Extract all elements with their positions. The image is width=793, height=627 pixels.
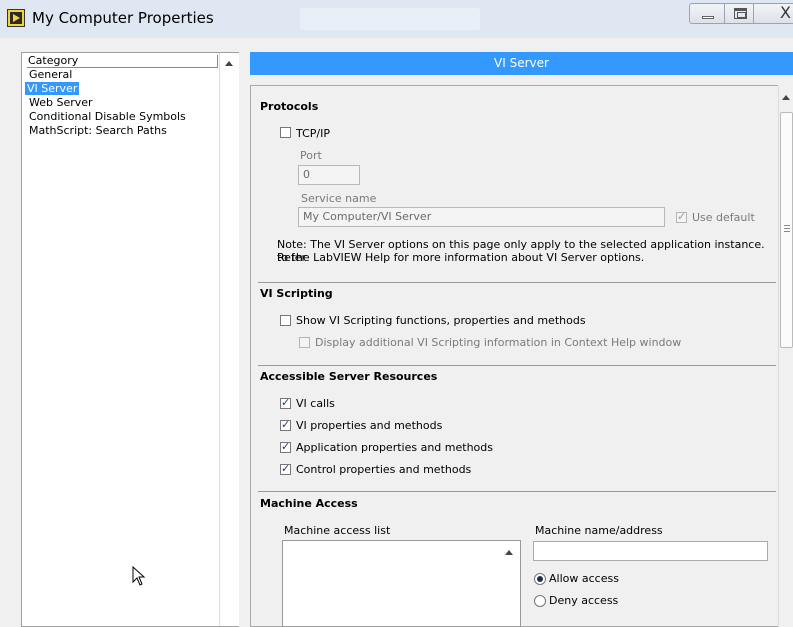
machine-access-list[interactable]	[282, 540, 521, 627]
deny-access-radio[interactable]	[534, 595, 546, 607]
tcpip-label[interactable]: TCP/IP	[296, 127, 330, 140]
display-context-help-checkbox[interactable]	[299, 337, 310, 348]
use-default-label[interactable]: Use default	[692, 211, 755, 224]
maximize-icon	[734, 8, 747, 19]
close-button[interactable]: X	[753, 3, 793, 24]
mouse-pointer-icon	[132, 565, 146, 589]
control-properties-label[interactable]: Control properties and methods	[296, 463, 471, 476]
window-title: My Computer Properties	[32, 9, 214, 27]
tcpip-checkbox[interactable]	[280, 127, 291, 138]
port-label: Port	[300, 149, 322, 162]
minimize-button[interactable]	[689, 3, 725, 24]
category-item-mathscript-search-paths[interactable]: MathScript: Search Paths	[27, 124, 169, 137]
vi-calls-label[interactable]: VI calls	[296, 397, 335, 410]
machine-access-list-label: Machine access list	[284, 524, 391, 537]
accessible-resources-title: Accessible Server Resources	[260, 370, 438, 383]
divider	[258, 491, 776, 492]
protocols-title: Protocols	[260, 100, 319, 113]
machine-name-label: Machine name/address	[535, 524, 663, 537]
category-item-general[interactable]: General	[27, 68, 74, 81]
service-name-field[interactable]: My Computer/VI Server	[298, 207, 665, 227]
divider	[258, 282, 776, 283]
category-scrollbar[interactable]	[219, 53, 239, 626]
maximize-button[interactable]	[724, 3, 754, 24]
vi-properties-checkbox[interactable]	[280, 418, 291, 431]
category-list[interactable]	[21, 52, 239, 627]
scrollbar-thumb[interactable]	[780, 112, 793, 348]
labview-app-icon	[7, 9, 25, 27]
allow-access-radio[interactable]	[534, 573, 546, 585]
application-properties-label[interactable]: Application properties and methods	[296, 441, 493, 454]
show-vi-scripting-checkbox[interactable]	[280, 315, 291, 326]
vi-scripting-title: VI Scripting	[260, 287, 333, 300]
deny-access-label[interactable]: Deny access	[549, 594, 618, 607]
scroll-up-arrow-icon[interactable]	[782, 95, 790, 100]
scroll-up-arrow-icon[interactable]	[505, 550, 513, 555]
section-header: VI Server	[250, 52, 793, 75]
display-context-help-label[interactable]: Display additional VI Scripting informat…	[315, 336, 681, 349]
category-item-web-server[interactable]: Web Server	[27, 96, 95, 109]
vi-calls-checkbox[interactable]	[280, 396, 291, 409]
allow-access-label[interactable]: Allow access	[549, 572, 619, 585]
application-properties-checkbox[interactable]	[280, 440, 291, 453]
category-item-conditional-disable-symbols[interactable]: Conditional Disable Symbols	[27, 110, 188, 123]
port-field[interactable]: 0	[298, 165, 360, 185]
machine-access-title: Machine Access	[260, 497, 358, 510]
scroll-up-arrow-icon[interactable]	[225, 61, 233, 66]
vi-properties-label[interactable]: VI properties and methods	[296, 419, 442, 432]
note-line-2: to the LabVIEW Help for more information…	[277, 251, 645, 264]
category-header-label: Category	[28, 54, 79, 67]
minimize-icon	[702, 16, 714, 19]
show-vi-scripting-label[interactable]: Show VI Scripting functions, properties …	[296, 314, 586, 327]
control-properties-checkbox[interactable]	[280, 462, 291, 475]
machine-name-input[interactable]	[533, 541, 768, 561]
settings-scrollbar[interactable]	[778, 86, 793, 627]
category-item-vi-server[interactable]: VI Server	[25, 82, 80, 95]
divider	[258, 365, 776, 366]
service-name-label: Service name	[301, 192, 377, 205]
category-header[interactable]: Category	[27, 54, 218, 68]
close-icon: X	[780, 3, 791, 22]
use-default-checkbox[interactable]	[676, 210, 687, 223]
